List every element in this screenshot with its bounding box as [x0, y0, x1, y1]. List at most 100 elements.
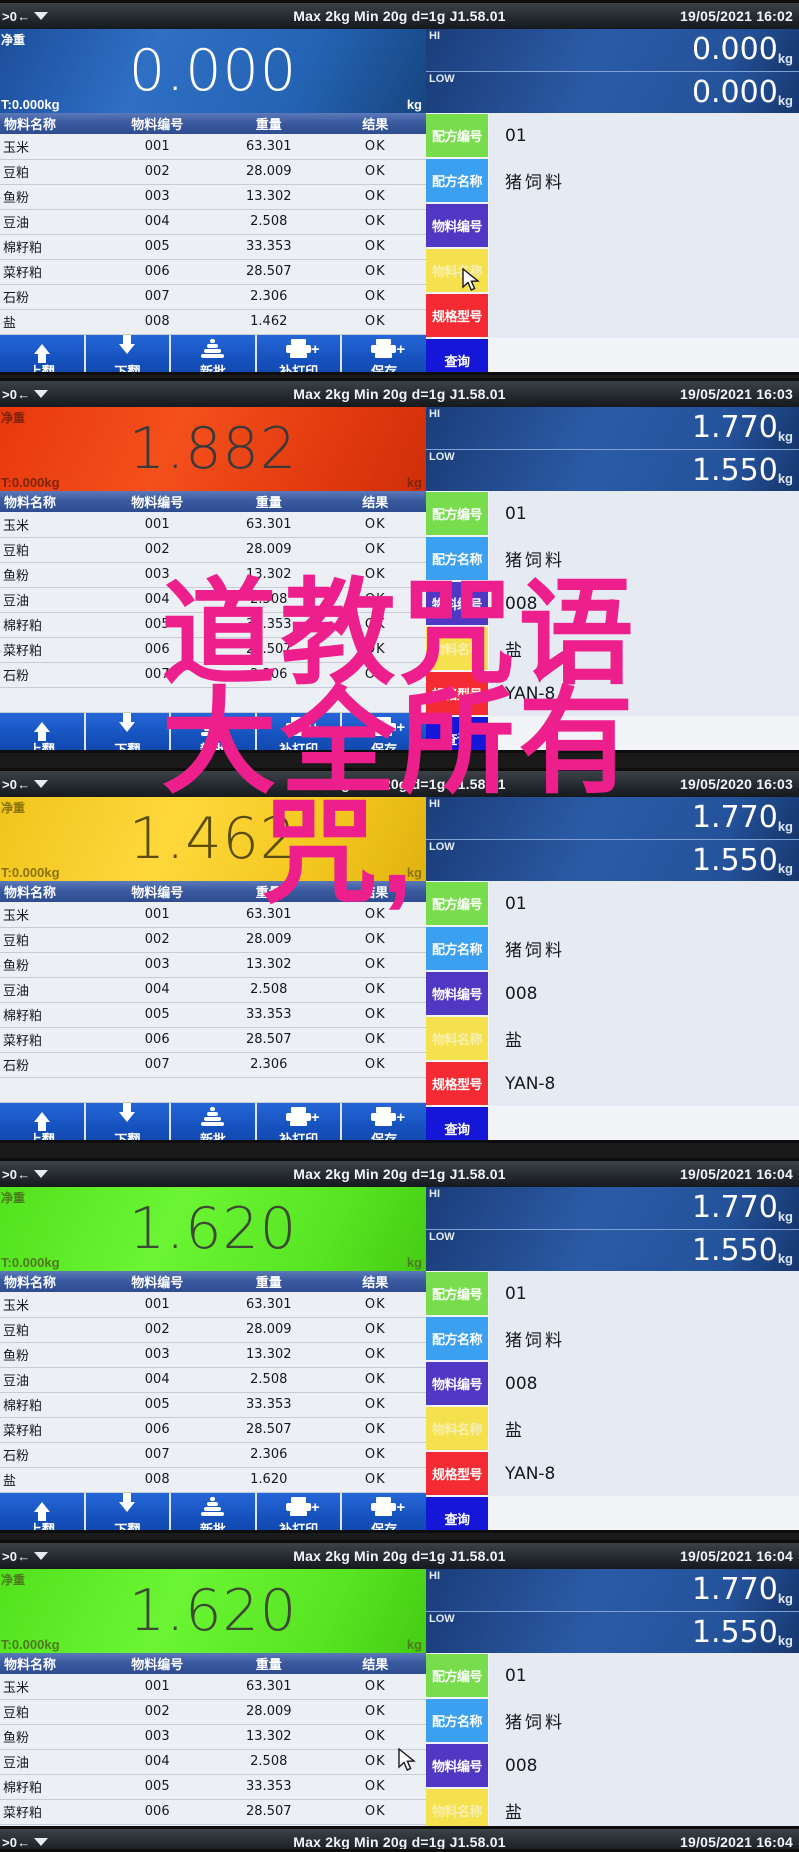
- table-row[interactable]: 石粉 007 2.306 OK: [0, 1442, 426, 1468]
- field-value-formula-name[interactable]: 猪饲料: [489, 1316, 799, 1361]
- field-row-spec-model[interactable]: 规格型号 YAN-8: [426, 671, 799, 716]
- field-label-material-name[interactable]: 物料名称: [426, 627, 488, 670]
- table-row[interactable]: 石粉 007 2.306 OK: [0, 284, 426, 310]
- table-row[interactable]: 豆粕 002 28.009 OK: [0, 927, 426, 953]
- table-row[interactable]: 鱼粉 003 13.302 OK: [0, 1342, 426, 1368]
- field-label-spec-model[interactable]: 规格型号: [426, 1062, 488, 1105]
- field-value-material-no[interactable]: 008: [489, 1361, 799, 1406]
- table-row[interactable]: 棉籽粕 005 33.353 OK: [0, 1392, 426, 1418]
- field-value-formula-no[interactable]: 01: [489, 491, 799, 536]
- table-row[interactable]: 石粉 007 2.306 OK: [0, 662, 426, 688]
- field-label-formula-no[interactable]: 配方编号: [426, 1654, 488, 1697]
- field-value-formula-no[interactable]: 01: [489, 1653, 799, 1698]
- field-row-query[interactable]: 查询: [426, 1496, 799, 1530]
- table-row[interactable]: 玉米 001 63.301 OK: [0, 902, 426, 928]
- field-row-formula-name[interactable]: 配方名称 猪饲料: [426, 1316, 799, 1361]
- field-row-material-name[interactable]: 物料名称 盐: [426, 1016, 799, 1061]
- field-label-formula-no[interactable]: 配方编号: [426, 1272, 488, 1315]
- toolbar-button-stack-batch[interactable]: 新批: [171, 712, 255, 750]
- toolbar-button-printer-save[interactable]: + 保存: [342, 1102, 426, 1140]
- field-row-query[interactable]: 查询: [426, 338, 799, 372]
- table-row[interactable]: 豆油 004 2.508 OK: [0, 587, 426, 613]
- table-row[interactable]: 菜籽粕 006 28.507 OK: [0, 637, 426, 663]
- toolbar-button-printer-plus[interactable]: + 补打印: [256, 334, 341, 372]
- table-row[interactable]: 豆粕 002 28.009 OK: [0, 159, 426, 185]
- toolbar-button-arrow-up[interactable]: 上翻: [0, 1102, 84, 1140]
- toolbar-button-arrow-up[interactable]: 上翻: [0, 1492, 84, 1530]
- table-row[interactable]: 玉米 001 63.301 OK: [0, 134, 426, 160]
- table-row[interactable]: 菜籽粕 006 28.507 OK: [0, 1799, 426, 1825]
- query-button[interactable]: 查询: [426, 1497, 488, 1530]
- toolbar-button-stack-batch[interactable]: 新批: [171, 334, 255, 372]
- toolbar-button-stack-batch[interactable]: 新批: [171, 1492, 255, 1530]
- table-row[interactable]: 玉米 001 63.301 OK: [0, 1674, 426, 1700]
- field-value-material-name[interactable]: 盐: [489, 1406, 799, 1451]
- field-row-query[interactable]: 查询: [426, 1106, 799, 1140]
- toolbar-button-arrow-down[interactable]: 下翻: [85, 334, 170, 372]
- field-label-material-no[interactable]: 物料编号: [426, 972, 488, 1015]
- field-row-formula-name[interactable]: 配方名称 猪饲料: [426, 926, 799, 971]
- table-row[interactable]: 棉籽粕 005 33.353 OK: [0, 1002, 426, 1028]
- query-button[interactable]: 查询: [426, 339, 488, 372]
- field-row-material-no[interactable]: 物料编号 008: [426, 971, 799, 1016]
- field-label-material-no[interactable]: 物料编号: [426, 1362, 488, 1405]
- field-label-formula-name[interactable]: 配方名称: [426, 537, 488, 580]
- field-label-material-no[interactable]: 物料编号: [426, 1744, 488, 1787]
- field-value-spec-model[interactable]: YAN-8: [489, 671, 799, 716]
- table-row[interactable]: 菜籽粕 006 28.507 OK: [0, 1417, 426, 1443]
- field-value-formula-no[interactable]: 01: [489, 881, 799, 926]
- table-row[interactable]: 豆油 004 2.508 OK: [0, 209, 426, 235]
- toolbar-button-arrow-down[interactable]: 下翻: [85, 712, 170, 750]
- table-row[interactable]: 石粉 007 2.306 OK: [0, 1052, 426, 1078]
- query-button[interactable]: 查询: [426, 717, 488, 750]
- table-row[interactable]: 豆油 004 2.508 OK: [0, 1367, 426, 1393]
- field-label-formula-name[interactable]: 配方名称: [426, 1699, 488, 1742]
- field-value-formula-name[interactable]: 猪饲料: [489, 926, 799, 971]
- field-label-material-name[interactable]: 物料名称: [426, 249, 488, 292]
- toolbar-button-arrow-up[interactable]: 上翻: [0, 712, 84, 750]
- field-value-formula-no[interactable]: 01: [489, 1271, 799, 1316]
- field-label-material-no[interactable]: 物料编号: [426, 582, 488, 625]
- field-row-spec-model[interactable]: 规格型号: [426, 293, 799, 338]
- field-label-formula-no[interactable]: 配方编号: [426, 492, 488, 535]
- field-row-formula-no[interactable]: 配方编号 01: [426, 881, 799, 926]
- table-row[interactable]: 玉米 001 63.301 OK: [0, 1292, 426, 1318]
- table-row[interactable]: 豆油 004 2.508 OK: [0, 1749, 426, 1775]
- field-value-material-name[interactable]: 盐: [489, 626, 799, 671]
- field-row-formula-name[interactable]: 配方名称 猪饲料: [426, 536, 799, 581]
- toolbar-button-arrow-down[interactable]: 下翻: [85, 1102, 170, 1140]
- field-label-formula-no[interactable]: 配方编号: [426, 882, 488, 925]
- table-row[interactable]: 鱼粉 003 13.302 OK: [0, 952, 426, 978]
- table-row[interactable]: 豆粕 002 28.009 OK: [0, 1317, 426, 1343]
- table-row[interactable]: 菜籽粕 006 28.507 OK: [0, 259, 426, 285]
- field-value-formula-name[interactable]: 猪饲料: [489, 536, 799, 581]
- field-row-material-name[interactable]: 物料名称 盐: [426, 1406, 799, 1451]
- table-row[interactable]: 盐 008 1.620 OK: [0, 1467, 426, 1493]
- field-row-material-no[interactable]: 物料编号 008: [426, 1361, 799, 1406]
- field-label-material-name[interactable]: 物料名称: [426, 1407, 488, 1450]
- field-label-formula-name[interactable]: 配方名称: [426, 159, 488, 202]
- field-row-material-no[interactable]: 物料编号 008: [426, 1743, 799, 1788]
- field-row-formula-no[interactable]: 配方编号 01: [426, 1271, 799, 1316]
- table-row[interactable]: 鱼粉 003 13.302 OK: [0, 184, 426, 210]
- toolbar-button-arrow-up[interactable]: 上翻: [0, 334, 84, 372]
- field-row-spec-model[interactable]: 规格型号 YAN-8: [426, 1451, 799, 1496]
- field-row-formula-name[interactable]: 配方名称 猪饲料: [426, 1698, 799, 1743]
- field-label-formula-name[interactable]: 配方名称: [426, 1317, 488, 1360]
- table-row[interactable]: 豆油 004 2.508 OK: [0, 977, 426, 1003]
- query-button[interactable]: 查询: [426, 1107, 488, 1140]
- table-row[interactable]: 豆粕 002 28.009 OK: [0, 1699, 426, 1725]
- field-value-spec-model[interactable]: YAN-8: [489, 1061, 799, 1106]
- field-row-formula-no[interactable]: 配方编号 01: [426, 1653, 799, 1698]
- toolbar-button-printer-save[interactable]: + 保存: [342, 1492, 426, 1530]
- table-row[interactable]: 棉籽粕 005 33.353 OK: [0, 612, 426, 638]
- field-row-material-name[interactable]: 物料名称 盐: [426, 626, 799, 671]
- table-row[interactable]: 棉籽粕 005 33.353 OK: [0, 1774, 426, 1800]
- toolbar-button-arrow-down[interactable]: 下翻: [85, 1492, 170, 1530]
- table-row[interactable]: 玉米 001 63.301 OK: [0, 512, 426, 538]
- toolbar-button-printer-plus[interactable]: + 补打印: [256, 1102, 341, 1140]
- field-row-spec-model[interactable]: 规格型号 YAN-8: [426, 1061, 799, 1106]
- field-label-formula-no[interactable]: 配方编号: [426, 114, 488, 157]
- table-row[interactable]: 盐 008 1.462 OK: [0, 309, 426, 335]
- field-label-spec-model[interactable]: 规格型号: [426, 672, 488, 715]
